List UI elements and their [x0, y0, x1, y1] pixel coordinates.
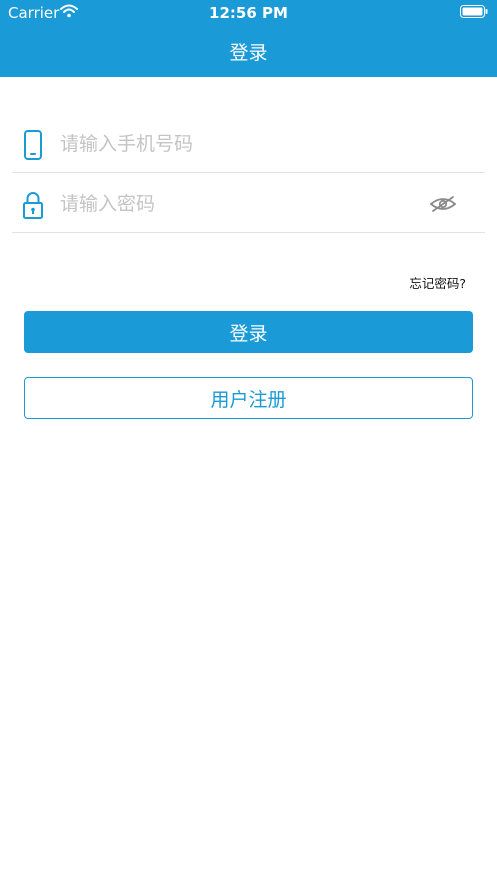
clock-label: 12:56 PM — [209, 4, 288, 22]
eye-icon[interactable] — [430, 195, 456, 213]
lock-icon — [23, 192, 43, 219]
phone-icon — [24, 130, 42, 160]
password-input[interactable] — [60, 187, 420, 221]
phone-field — [12, 113, 485, 173]
login-button[interactable]: 登录 — [24, 311, 473, 353]
header-bar: Carrier 12:56 PM 登录 — [0, 0, 497, 77]
status-bar: Carrier 12:56 PM — [0, 0, 497, 26]
password-field — [12, 173, 485, 233]
forgot-password-link[interactable]: 忘记密码? — [409, 273, 466, 292]
register-button[interactable]: 用户注册 — [24, 377, 473, 419]
phone-input[interactable] — [60, 127, 420, 161]
battery-icon — [460, 5, 488, 18]
page-title: 登录 — [229, 42, 268, 64]
